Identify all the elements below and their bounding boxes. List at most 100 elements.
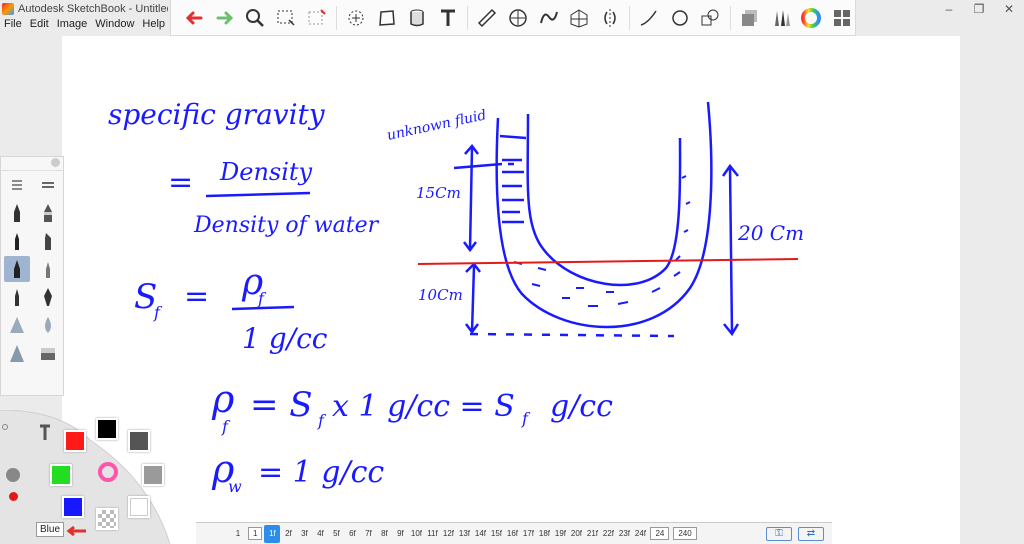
frame-13f[interactable]: 13f [456,529,472,538]
loop-icon[interactable]: ⇄ [798,526,824,541]
puck-brush-icon[interactable] [38,422,52,442]
color-tooltip: Blue [36,522,65,537]
timeline-start[interactable]: 1 [230,529,246,538]
key-icon[interactable]: ⚿ [766,526,792,541]
frame-21f[interactable]: 21f [584,529,600,538]
crop-icon[interactable] [303,4,330,32]
color-wheel-button-icon[interactable] [98,462,118,482]
frame-22f[interactable]: 22f [600,529,616,538]
timeline-current-input[interactable]: 1 [248,527,263,540]
transparent-swatch-icon[interactable] [96,508,118,530]
brushes-icon[interactable] [767,4,794,32]
frame-4f[interactable]: 4f [312,529,328,538]
toolbar-separator [335,5,337,30]
frame-5f[interactable]: 5f [328,529,344,538]
menu-window[interactable]: Window [95,18,134,34]
puck-settings-icon[interactable] [2,424,8,430]
undo-icon[interactable] [181,4,208,32]
label-15cm: 15Cm [416,184,461,202]
circle-icon[interactable] [667,4,694,32]
marker-brush-icon[interactable] [35,200,61,226]
paint-brush-icon[interactable] [4,284,30,310]
menu-file[interactable]: File [4,18,22,34]
menu-edit[interactable]: Edit [30,18,49,34]
u-tube-diagram [453,101,740,338]
frame-9f[interactable]: 9f [392,529,408,538]
undo-puck-icon[interactable] [64,524,90,538]
fps-input[interactable]: 24 [650,527,670,540]
select-icon[interactable] [273,4,300,32]
frame-2f[interactable]: 2f [280,529,296,538]
lasso-icon[interactable] [343,4,370,32]
sketchbook-logo-icon [2,3,14,15]
chisel-brush-icon[interactable] [35,228,61,254]
frame-16f[interactable]: 16f [504,529,520,538]
swatch-white[interactable] [128,496,150,518]
palette-row [1,311,63,339]
size-indicator-icon[interactable] [9,492,18,501]
window-title: Autodesk SketchBook - Untitled @ 6 [18,3,168,15]
grid-icon[interactable] [828,4,855,32]
pencil-brush-icon[interactable] [4,200,30,226]
stroke-icon[interactable] [636,4,663,32]
frame-10f[interactable]: 10f [408,529,424,538]
frame-3f[interactable]: 3f [296,529,312,538]
brush-library-icon[interactable] [35,172,61,198]
frame-11f[interactable]: 11f [424,529,440,538]
shapes-icon[interactable] [697,4,724,32]
frame-6f[interactable]: 6f [344,529,360,538]
transform-icon[interactable] [373,4,400,32]
ellipse-guide-icon[interactable] [505,4,532,32]
end-frame-input[interactable]: 240 [673,527,697,540]
swatch-black[interactable] [96,418,118,440]
toolbar-separator [629,5,630,30]
frame-14f[interactable]: 14f [472,529,488,538]
airbrush-brush-icon[interactable] [35,256,61,282]
eraser-brush-icon[interactable] [35,340,61,366]
frame-24f[interactable]: 24f [632,529,648,538]
menu-image[interactable]: Image [57,18,88,34]
brush-settings-icon[interactable] [4,172,30,198]
frame-19f[interactable]: 19f [552,529,568,538]
menu-help[interactable]: Help [142,18,165,34]
opacity-icon[interactable] [6,468,20,482]
frame-18f[interactable]: 18f [536,529,552,538]
frame-8f[interactable]: 8f [376,529,392,538]
swatch-green[interactable] [50,464,72,486]
symmetry-icon[interactable] [596,4,623,32]
drop-brush-icon[interactable] [35,312,61,338]
zoom-icon[interactable] [242,4,269,32]
app-window: Autodesk SketchBook - Untitled @ 6 File … [0,0,1024,544]
minimize-button[interactable]: – [934,0,964,18]
frame-12f[interactable]: 12f [440,529,456,538]
denominator-text: Density of water [193,213,380,238]
restore-button[interactable]: ❐ [964,0,994,18]
swatch-dark-gray[interactable] [128,430,150,452]
redo-icon[interactable] [212,4,239,32]
frame-15f[interactable]: 15f [488,529,504,538]
swatch-red[interactable] [64,430,86,452]
smudge-brush-icon[interactable] [4,340,30,366]
frame-23f[interactable]: 23f [616,529,632,538]
ballpoint-brush-icon[interactable] [4,228,30,254]
frame-20f[interactable]: 20f [568,529,584,538]
swatch-light-gray[interactable] [142,464,164,486]
text-icon[interactable] [435,4,462,32]
triangle-brush-icon[interactable] [4,312,30,338]
timeline-actions: ⚿ ⇄ [766,526,832,541]
french-curve-icon[interactable] [535,4,562,32]
frame-17f[interactable]: 17f [520,529,536,538]
swatch-blue[interactable] [62,496,84,518]
close-button[interactable]: ✕ [994,0,1024,18]
color-wheel-icon[interactable] [798,4,825,32]
perspective-icon[interactable] [566,4,593,32]
ruler-icon[interactable] [474,4,501,32]
layers-icon[interactable] [737,4,764,32]
drawing-canvas[interactable]: specific gravity = Density Density of wa… [62,36,960,544]
frame-7f[interactable]: 7f [360,529,376,538]
frame-1f[interactable]: 1f [264,524,281,543]
pen-brush-icon[interactable] [3,256,30,282]
bucket-icon[interactable] [404,4,431,32]
palette-close-icon[interactable] [51,158,60,167]
fountain-pen-icon[interactable] [35,284,61,310]
